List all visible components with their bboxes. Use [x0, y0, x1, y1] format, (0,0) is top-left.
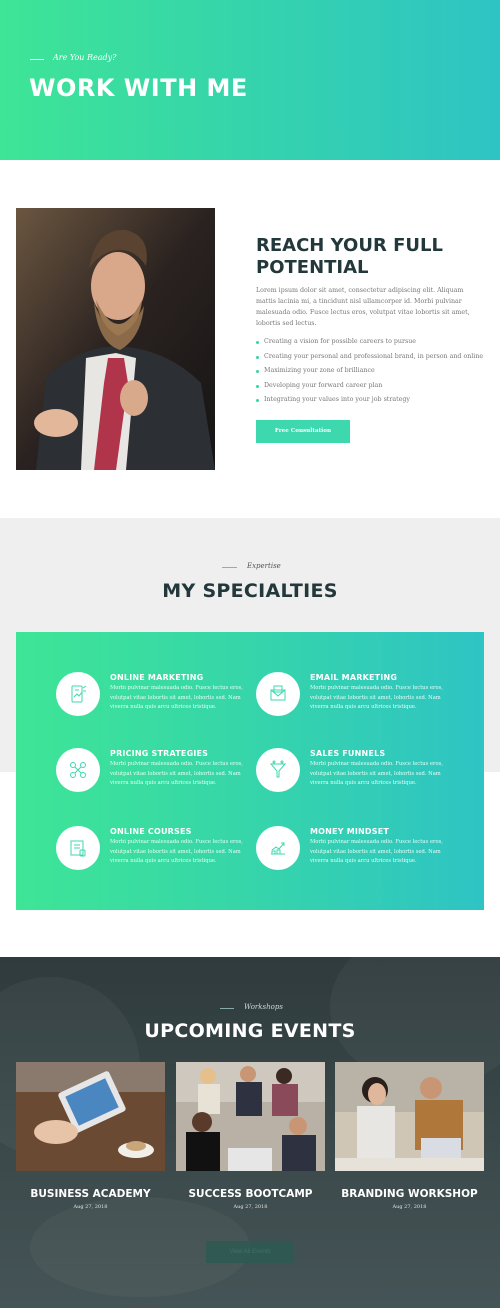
about-bullet-list: Creating a vision for possible careers t… — [256, 335, 486, 408]
list-item: Creating your personal and professional … — [256, 350, 486, 365]
hero-banner: Are You Ready? WORK WITH ME — [0, 0, 500, 160]
specialty-title: ONLINE COURSES — [110, 827, 192, 836]
event-title[interactable]: BUSINESS ACADEMY — [16, 1188, 165, 1200]
event-image — [176, 1062, 325, 1171]
list-item: Maximizing your zone of brilliance — [256, 364, 486, 379]
event-date: Aug 27, 2018 — [392, 1204, 427, 1210]
specialty-title: EMAIL MARKETING — [310, 673, 398, 682]
specialty-description: Morbi pulvinar malesuada odio. Fusce lec… — [310, 839, 443, 865]
specialties-heading: MY SPECIALTIES — [162, 580, 338, 602]
event-title[interactable]: BRANDING WORKSHOP — [335, 1188, 484, 1200]
event-image — [16, 1062, 165, 1171]
funnel-icon — [256, 748, 300, 792]
marketing-icon — [56, 672, 100, 716]
eyebrow-divider — [30, 59, 44, 60]
specialty-description: Morbi pulvinar malesuada odio. Fusce lec… — [310, 685, 443, 711]
specialty-title: PRICING STRATEGIES — [110, 749, 209, 758]
about-paragraph: Lorem ipsum dolor sit amet, consectetur … — [256, 287, 470, 327]
event-date: Aug 27, 2018 — [73, 1204, 108, 1210]
specialties-eyebrow: Expertise — [247, 562, 281, 570]
specialty-card: PRICING STRATEGIES Morbi pulvinar malesu… — [56, 748, 256, 808]
page-title: WORK WITH ME — [29, 74, 248, 102]
specialty-card: ONLINE COURSES Morbi pulvinar malesuada … — [56, 826, 256, 886]
specialty-description: Morbi pulvinar malesuada odio. Fusce lec… — [110, 761, 243, 787]
about-heading-line1: REACH YOUR FULL — [256, 235, 443, 256]
event-card[interactable]: SUCCESS BOOTCAMP Aug 27, 2018 — [176, 1062, 325, 1210]
events-eyebrow: Workshops — [244, 1003, 283, 1011]
specialty-description: Morbi pulvinar malesuada odio. Fusce lec… — [110, 685, 243, 711]
list-item: Developing your forward career plan — [256, 379, 486, 394]
strategy-icon — [56, 748, 100, 792]
about-heading: REACH YOUR FULL POTENTIAL — [256, 235, 486, 279]
specialty-title: MONEY MINDSET — [310, 827, 390, 836]
event-date: Aug 27, 2018 — [233, 1204, 268, 1210]
coach-portrait-image — [16, 208, 215, 470]
specialty-card: MONEY MINDSET Morbi pulvinar malesuada o… — [256, 826, 456, 886]
eyebrow-divider — [220, 1008, 234, 1009]
money-icon — [256, 826, 300, 870]
about-heading-line2: POTENTIAL — [256, 257, 369, 278]
events-heading: UPCOMING EVENTS — [144, 1020, 356, 1042]
eyebrow-divider — [222, 567, 237, 568]
list-item: Integrating your values into your job st… — [256, 393, 486, 408]
specialty-card: SALES FUNNELS Morbi pulvinar malesuada o… — [256, 748, 456, 808]
free-consultation-button[interactable]: Free Consultation — [256, 420, 350, 443]
hero-eyebrow: Are You Ready? — [53, 53, 117, 62]
specialty-card: EMAIL MARKETING Morbi pulvinar malesuada… — [256, 672, 456, 732]
view-all-events-button[interactable]: View All Events — [206, 1241, 294, 1263]
list-item: Creating a vision for possible careers t… — [256, 335, 486, 350]
specialty-description: Morbi pulvinar malesuada odio. Fusce lec… — [110, 839, 243, 865]
event-image — [335, 1062, 484, 1171]
specialties-panel: ONLINE MARKETING Morbi pulvinar malesuad… — [16, 632, 484, 910]
event-card[interactable]: BRANDING WORKSHOP Aug 27, 2018 — [335, 1062, 484, 1210]
courses-icon — [56, 826, 100, 870]
specialty-title: ONLINE MARKETING — [110, 673, 204, 682]
event-card[interactable]: BUSINESS ACADEMY Aug 27, 2018 — [16, 1062, 165, 1210]
email-icon — [256, 672, 300, 716]
specialty-card: ONLINE MARKETING Morbi pulvinar malesuad… — [56, 672, 256, 732]
event-title[interactable]: SUCCESS BOOTCAMP — [176, 1188, 325, 1200]
specialty-description: Morbi pulvinar malesuada odio. Fusce lec… — [310, 761, 443, 787]
specialty-title: SALES FUNNELS — [310, 749, 386, 758]
